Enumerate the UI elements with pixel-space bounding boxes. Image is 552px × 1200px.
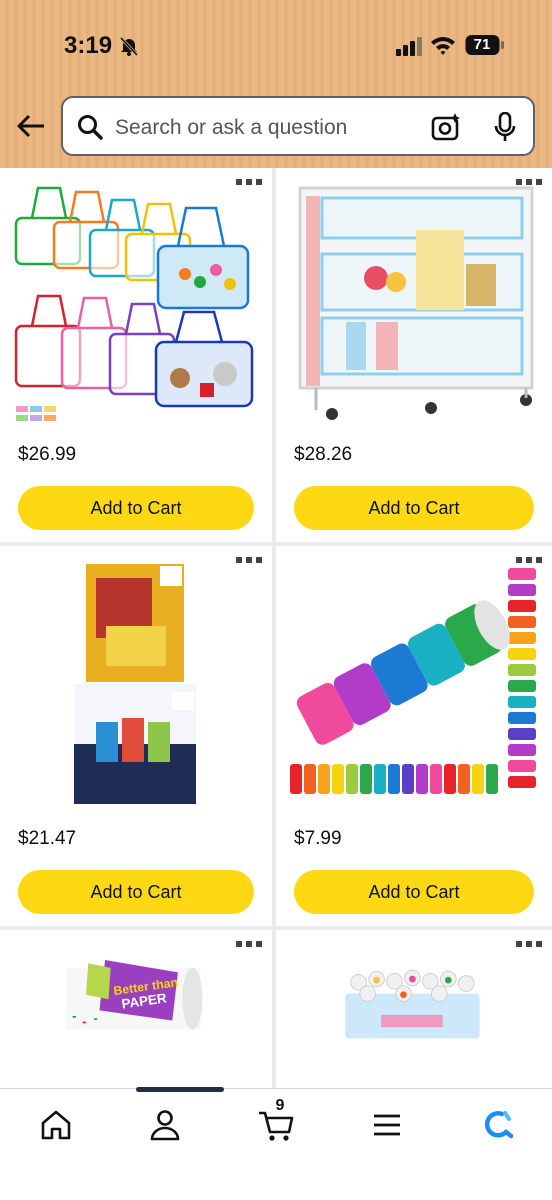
add-to-cart-button[interactable]: Add to Cart: [294, 870, 534, 914]
menu-icon[interactable]: [367, 1105, 407, 1145]
product-price: $28.26: [294, 444, 353, 465]
battery-icon: 71: [465, 34, 505, 56]
product-image-storage-cart[interactable]: [286, 178, 540, 428]
microphone-icon[interactable]: [493, 112, 517, 142]
product-price: $26.99: [18, 444, 77, 465]
product-price: $7.99: [294, 828, 342, 849]
signal-icon: [396, 37, 422, 56]
silent-bell-icon: [119, 36, 139, 57]
product-card[interactable]: Better than PAPER: [0, 930, 272, 1088]
product-card[interactable]: $21.47 Add to Cart: [0, 546, 272, 926]
more-options-icon[interactable]: [516, 940, 542, 948]
home-icon[interactable]: [36, 1105, 76, 1145]
rufus-icon[interactable]: [476, 1105, 516, 1145]
product-image-paper-roll[interactable]: Better than PAPER: [10, 960, 264, 1088]
product-card[interactable]: $26.99 Add to Cart: [0, 168, 272, 542]
status-time: 3:19: [64, 32, 113, 59]
home-indicator: [136, 1087, 224, 1092]
cart-icon[interactable]: [256, 1105, 296, 1145]
search-bar[interactable]: Search or ask a question: [61, 96, 535, 156]
product-price: $21.47: [18, 828, 77, 849]
product-grid: $26.99 Add to Cart $28.26 Add to Cart $2…: [0, 168, 552, 1088]
product-image-snack-boxes[interactable]: [10, 556, 264, 806]
wifi-icon: [431, 37, 455, 55]
product-card[interactable]: $7.99 Add to Cart: [276, 546, 552, 926]
product-image-crayon-border[interactable]: [286, 556, 540, 806]
search-icon: [78, 115, 103, 140]
status-bar: 3:19 71: [0, 22, 552, 70]
back-arrow-icon[interactable]: [16, 112, 46, 140]
bottom-nav: 9: [0, 1088, 552, 1200]
add-to-cart-button[interactable]: Add to Cart: [18, 870, 254, 914]
camera-lens-icon[interactable]: [431, 112, 461, 142]
account-icon[interactable]: [145, 1105, 185, 1145]
more-options-icon[interactable]: [236, 940, 262, 948]
product-card[interactable]: [276, 930, 552, 1088]
add-to-cart-button[interactable]: Add to Cart: [294, 486, 534, 530]
header: 3:19 71 Search or ask a question: [0, 0, 552, 168]
search-input[interactable]: Search or ask a question: [115, 116, 347, 140]
product-image-storage-bags[interactable]: [10, 178, 264, 428]
product-card[interactable]: $28.26 Add to Cart: [276, 168, 552, 542]
add-to-cart-button[interactable]: Add to Cart: [18, 486, 254, 530]
product-image-toy-capsules[interactable]: [286, 960, 540, 1088]
battery-level: 71: [473, 36, 491, 53]
